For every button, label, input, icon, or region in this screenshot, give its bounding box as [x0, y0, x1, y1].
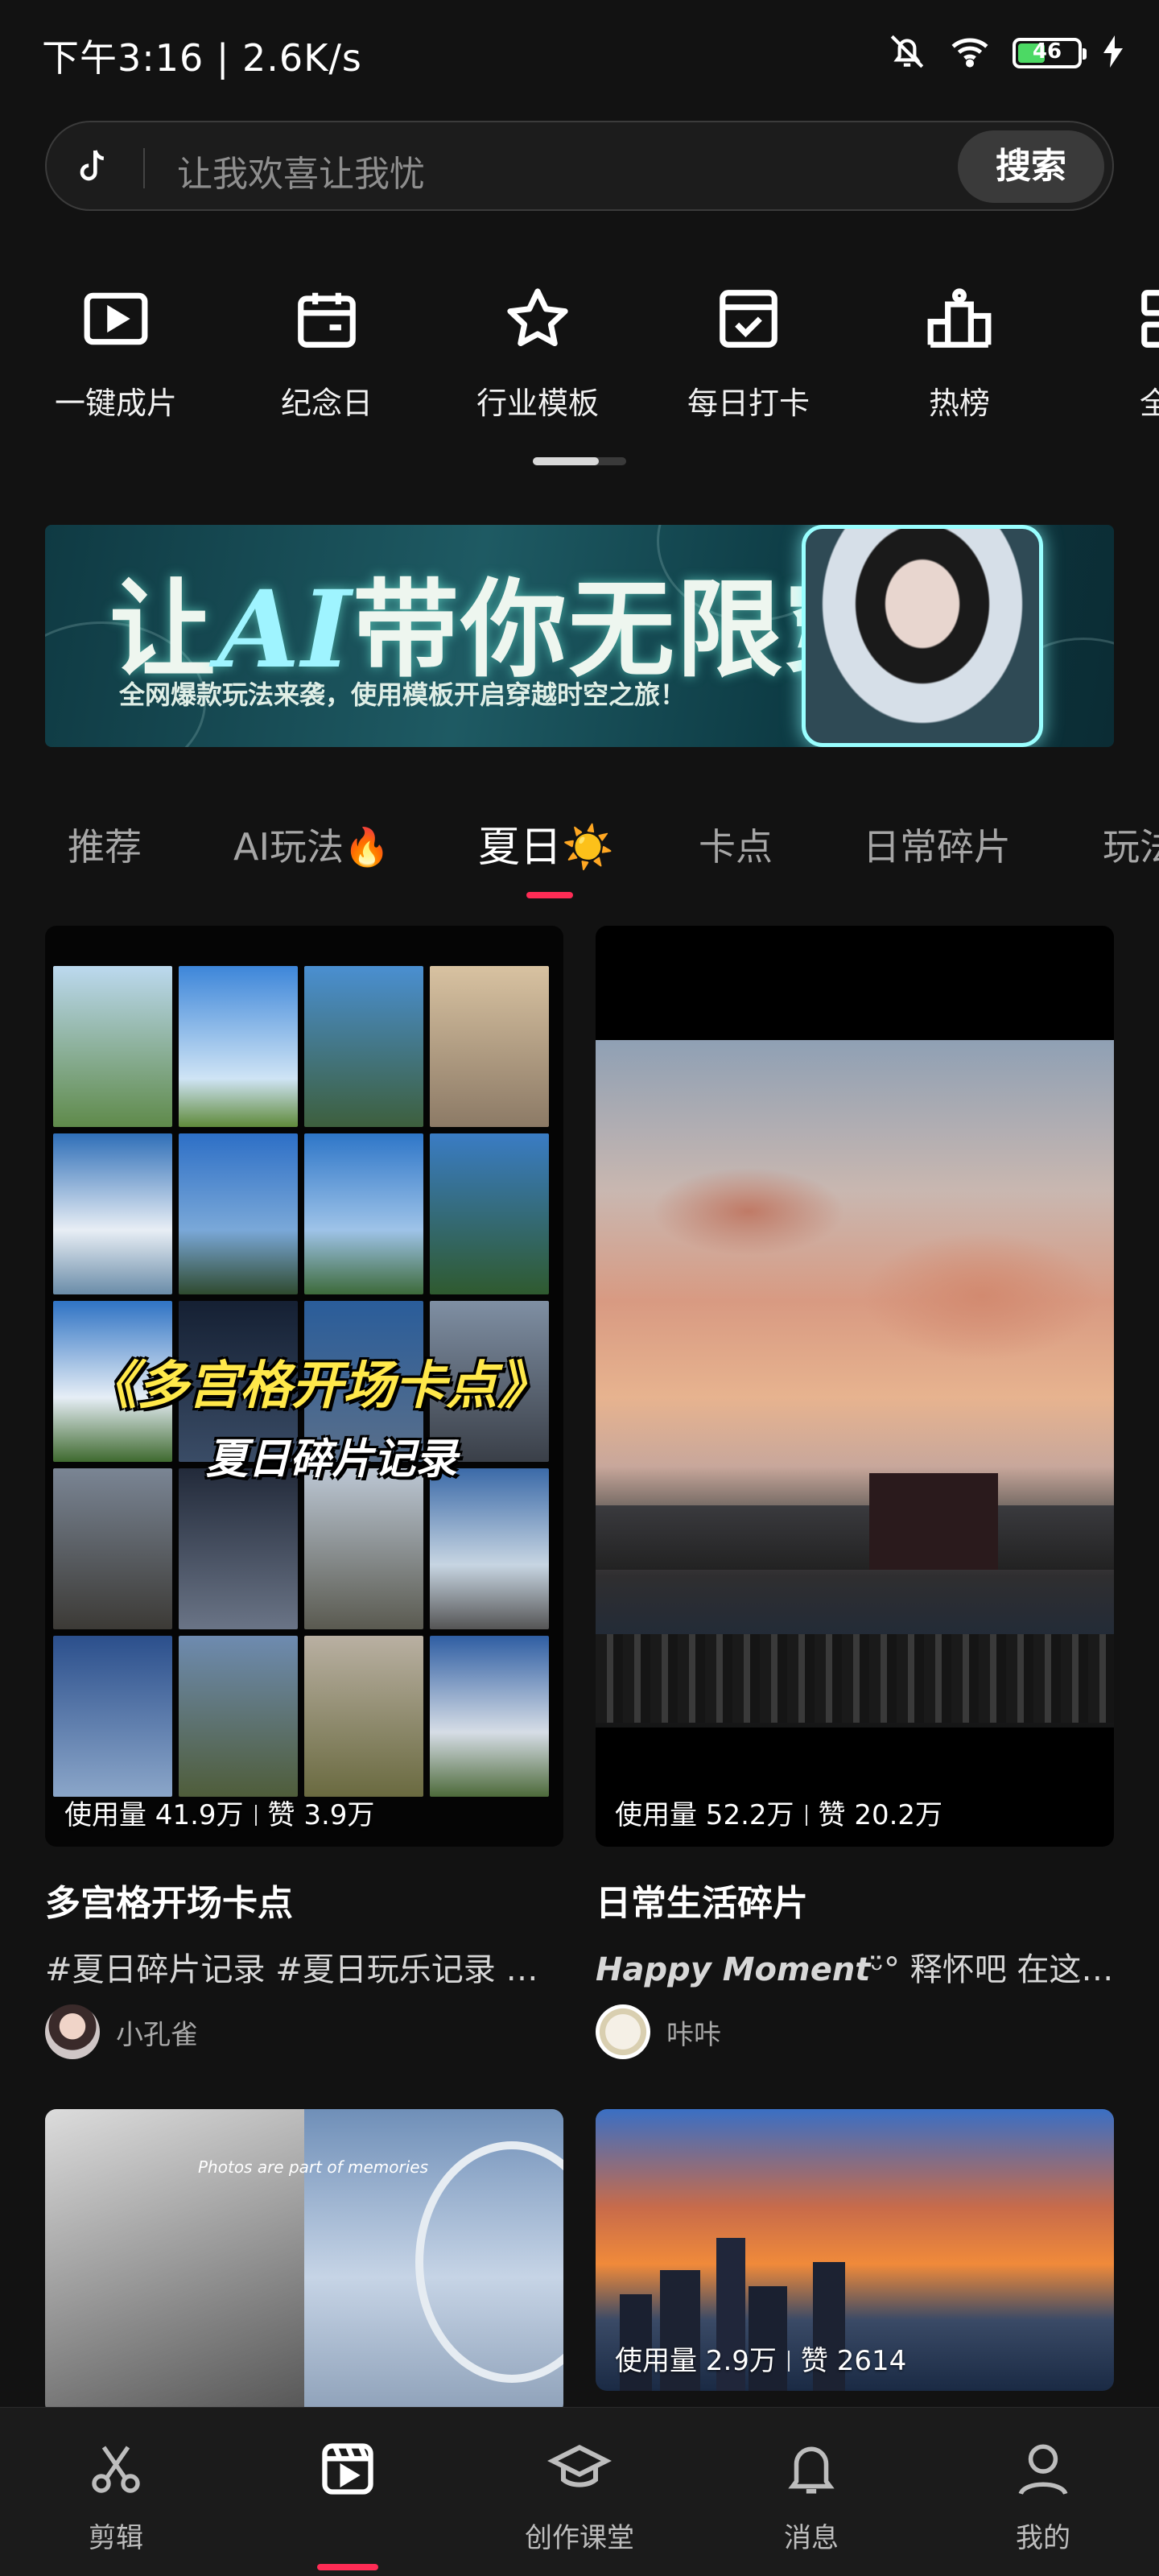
podium-icon	[879, 274, 1040, 364]
author-name: 咔咔	[666, 2018, 721, 2051]
quick-item-anniversary[interactable]: 纪念日	[246, 274, 407, 423]
bell-icon	[739, 2437, 884, 2501]
quick-scroll-indicator	[533, 457, 626, 465]
usage-count: 使用量 41.9万	[64, 1799, 244, 1831]
battery-level: 46	[1032, 39, 1062, 64]
nav-label: 消息	[784, 2522, 839, 2554]
quick-item-label: 全部	[1139, 386, 1159, 421]
tab-gameplay[interactable]: 玩法	[1103, 818, 1159, 871]
quick-item-label: 行业模板	[476, 386, 599, 421]
status-icons: 46	[887, 29, 1124, 77]
status-time-speed: 下午3:16 | 2.6K/s	[42, 36, 362, 80]
card-stats: 使用量 52.2万赞 20.2万	[615, 1793, 942, 1832]
quick-item-label: 热榜	[928, 386, 990, 421]
nav-label: 我的	[1016, 2522, 1070, 2554]
calendar-icon	[246, 274, 407, 364]
promo-banner[interactable]: 让AI带你无限穿越 全网爆款玩法来袭，使用模板开启穿越时空之旅！	[45, 525, 1114, 747]
quick-item-checkin[interactable]: 每日打卡	[668, 274, 829, 423]
template-card[interactable]: 《多宫格开场卡点》 夏日碎片记录 使用量 41.9万赞 3.9万 多宫格开场卡点…	[45, 926, 563, 2059]
grid-icon	[1090, 274, 1159, 364]
tab-summer[interactable]: 夏日☀️	[478, 813, 614, 873]
graduation-cap-icon	[507, 2437, 652, 2501]
quick-item-all[interactable]: 全部	[1090, 274, 1159, 423]
star-icon	[457, 274, 618, 364]
card-author[interactable]: 小孔雀	[45, 2004, 563, 2059]
card-description: #夏日碎片记录 #夏日玩乐记录 #夏日	[45, 1951, 563, 1988]
template-card[interactable]: 使用量 52.2万赞 20.2万 日常生活碎片 Happy Momentᵕ̈° …	[596, 926, 1114, 2059]
thumbnail-overlay-text: Photos are part of memories	[198, 2157, 428, 2177]
charging-icon	[1103, 35, 1124, 71]
card-stats: 使用量 2.9万赞 2614	[615, 2339, 906, 2378]
play-square-icon	[35, 274, 196, 364]
card-thumbnail: Photos are part of memories	[45, 2109, 563, 2415]
active-tab-indicator	[526, 892, 573, 898]
nav-label: 创作课堂	[525, 2522, 634, 2554]
bottom-navigation: 剪辑 创作课堂 消息 我的	[0, 2407, 1159, 2576]
quick-item-oneclick[interactable]: 一键成片	[35, 274, 196, 423]
card-author[interactable]: 咔咔	[596, 2004, 1114, 2059]
nav-edit[interactable]: 剪辑	[43, 2437, 188, 2555]
quick-item-label: 纪念日	[280, 386, 373, 421]
author-name: 小孔雀	[116, 2018, 198, 2051]
like-count: 赞 2614	[800, 2345, 907, 2377]
tab-beat[interactable]: 卡点	[699, 818, 773, 871]
like-count: 赞 3.9万	[267, 1799, 375, 1831]
tab-recommend[interactable]: 推荐	[68, 818, 142, 871]
thumbnail-overlay-subtitle: 夏日碎片记录	[206, 1435, 458, 1484]
card-thumbnail: 使用量 52.2万赞 20.2万	[596, 926, 1114, 1847]
avatar	[596, 2004, 650, 2059]
tab-daily[interactable]: 日常碎片	[863, 818, 1011, 871]
card-title: 日常生活碎片	[596, 1883, 808, 1924]
card-thumbnail: 《多宫格开场卡点》 夏日碎片记录 使用量 41.9万赞 3.9万	[45, 926, 563, 1847]
like-count: 赞 20.2万	[818, 1799, 943, 1831]
tiktok-logo-icon	[71, 145, 116, 193]
search-input[interactable]: 让我欢喜让我忧	[177, 145, 425, 196]
card-stats: 使用量 41.9万赞 3.9万	[64, 1793, 374, 1832]
nav-label: 剪辑	[89, 2522, 143, 2554]
quick-item-industry[interactable]: 行业模板	[457, 274, 618, 423]
template-card[interactable]: Photos are part of memories	[45, 2109, 563, 2415]
card-description: Happy Momentᵕ̈° 释怀吧 在这个世界上	[596, 1951, 1114, 1988]
nav-messages[interactable]: 消息	[739, 2437, 884, 2555]
wifi-icon	[948, 31, 992, 75]
quick-item-label: 每日打卡	[687, 386, 810, 421]
checkin-icon	[668, 274, 829, 364]
template-icon	[275, 2437, 420, 2501]
nav-profile[interactable]: 我的	[971, 2437, 1116, 2555]
card-title: 多宫格开场卡点	[45, 1883, 293, 1924]
mute-bell-icon	[887, 31, 927, 75]
usage-count: 使用量 52.2万	[615, 1799, 794, 1831]
profile-icon	[971, 2437, 1116, 2501]
quick-item-hotlist[interactable]: 热榜	[879, 274, 1040, 423]
scissors-icon	[43, 2437, 188, 2501]
nav-classroom[interactable]: 创作课堂	[507, 2437, 652, 2555]
quick-actions: 一键成片 纪念日 行业模板 每日打卡 热榜 全部	[0, 274, 1159, 435]
search-button[interactable]: 搜索	[958, 130, 1104, 203]
card-thumbnail: 使用量 2.9万赞 2614	[596, 2109, 1114, 2391]
thumbnail-overlay-title: 《多宫格开场卡点》	[85, 1356, 549, 1416]
quick-item-label: 一键成片	[54, 386, 177, 421]
nav-templates[interactable]	[275, 2437, 420, 2570]
avatar	[45, 2004, 100, 2059]
active-nav-indicator	[317, 2564, 378, 2570]
tab-ai-play[interactable]: AI玩法🔥	[233, 818, 390, 871]
status-bar: 下午3:16 | 2.6K/s 46	[0, 0, 1159, 105]
search-bar[interactable]: 让我欢喜让我忧 搜索	[45, 121, 1114, 211]
battery-icon: 46	[1013, 38, 1087, 68]
template-card[interactable]: 使用量 2.9万赞 2614	[596, 2109, 1114, 2391]
banner-subtitle: 全网爆款玩法来袭，使用模板开启穿越时空之旅！	[119, 679, 687, 710]
banner-portrait-image	[802, 525, 1043, 747]
usage-count: 使用量 2.9万	[615, 2345, 777, 2377]
